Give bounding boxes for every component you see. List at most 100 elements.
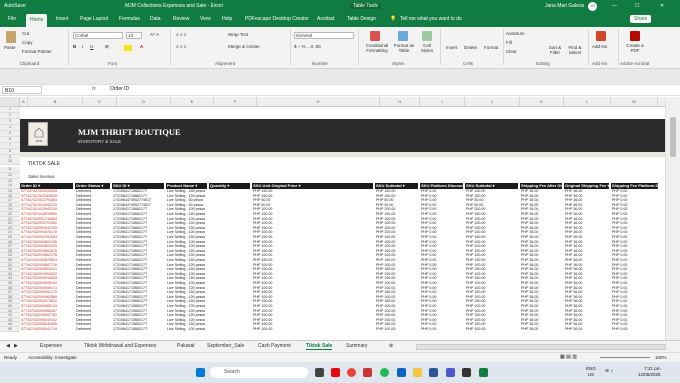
row-header[interactable]: 10 <box>0 159 20 165</box>
font-size-select[interactable]: 13 <box>126 32 142 39</box>
fill-button[interactable]: Fill <box>506 40 512 45</box>
sheet-tab-summary[interactable]: Summary <box>346 343 367 349</box>
add-sheet-icon[interactable]: ⊕ <box>389 343 393 349</box>
fill-color-icon[interactable] <box>124 45 132 51</box>
table-cell[interactable]: PHP 0.00 <box>611 327 658 332</box>
align-left-icon[interactable]: ≡ ≡ ≡ <box>176 44 186 49</box>
currency-icon[interactable]: $ ~ % , .0 .00 <box>294 44 321 49</box>
tab-data[interactable]: Data <box>150 16 161 22</box>
bold-button[interactable]: B <box>73 44 76 49</box>
table-cell[interactable]: PHP 100.00 <box>252 327 373 332</box>
file-explorer-icon[interactable] <box>413 368 422 377</box>
clear-button[interactable]: Clear <box>506 49 517 54</box>
autosave-label[interactable]: AutoSave <box>4 3 26 9</box>
edge-icon[interactable] <box>397 368 406 377</box>
borders-icon[interactable]: ⊞ <box>105 44 109 50</box>
column-header[interactable]: L <box>564 97 611 107</box>
font-color-icon[interactable]: A <box>140 44 143 49</box>
tab-acrobat[interactable]: Acrobat <box>317 16 334 22</box>
table-cell[interactable]: PHP 100.00 <box>465 327 518 332</box>
close-icon[interactable]: ✕ <box>660 3 664 9</box>
chrome-icon[interactable] <box>347 368 356 377</box>
horizontal-scrollbar[interactable] <box>416 344 666 350</box>
cell-styles-icon[interactable] <box>422 31 432 41</box>
store-icon[interactable] <box>462 368 471 377</box>
tab-insert[interactable]: Insert <box>56 16 69 22</box>
table-cell[interactable]: 577447432095041749 <box>20 327 73 332</box>
paste-icon[interactable] <box>6 31 16 43</box>
format-table-button[interactable]: Format as Table <box>393 43 415 53</box>
language-indicator[interactable]: ENG US <box>586 366 596 378</box>
wrap-text-button[interactable]: Wrap Text <box>228 32 248 37</box>
word-icon[interactable] <box>429 368 438 377</box>
table-cell[interactable]: Live Selling - 100 pesos <box>166 327 207 332</box>
cut-button[interactable]: Cut <box>22 31 29 36</box>
create-pdf-icon[interactable] <box>630 31 640 41</box>
column-header[interactable]: N <box>658 97 665 107</box>
column-header[interactable]: D <box>117 97 171 107</box>
user-name[interactable]: Jana Mari Galeos <box>545 3 584 9</box>
create-pdf-button[interactable]: Create a PDF <box>624 43 646 53</box>
taskbar-search[interactable]: Search <box>210 367 308 378</box>
column-header[interactable]: H <box>380 97 420 107</box>
number-format-select[interactable]: General <box>294 32 354 39</box>
prev-sheet-icon[interactable]: ◀ <box>6 343 10 349</box>
grow-font-icon[interactable]: A^ A <box>150 32 159 37</box>
conditional-formatting-button[interactable]: Conditional Formatting <box>362 43 392 53</box>
merge-center-button[interactable]: Merge & Center <box>228 44 260 49</box>
format-painter-button[interactable]: Format Painter <box>22 49 52 54</box>
share-button[interactable]: Share <box>630 15 652 23</box>
align-top-icon[interactable]: ≡ ≡ ≡ <box>176 32 186 37</box>
column-header[interactable]: E <box>171 97 214 107</box>
format-cells-button[interactable]: Format <box>484 45 498 50</box>
scrollbar-thumb[interactable] <box>670 117 676 157</box>
paste-button[interactable]: Paste <box>4 45 16 50</box>
addins-icon[interactable] <box>596 31 606 41</box>
tab-table-design[interactable]: Table Design <box>347 16 376 22</box>
table-cell[interactable]: PHP 100.00 <box>375 327 418 332</box>
find-select-button[interactable]: Find & Select <box>566 45 584 55</box>
column-header[interactable]: G <box>257 97 380 107</box>
spotify-icon[interactable] <box>380 368 389 377</box>
format-table-icon[interactable] <box>398 31 408 41</box>
name-box[interactable]: B10 <box>2 86 42 94</box>
delete-cells-button[interactable]: Delete <box>464 45 477 50</box>
select-all-corner[interactable] <box>0 97 20 107</box>
windows-start-icon[interactable] <box>196 368 205 377</box>
tab-page-layout[interactable]: Page Layout <box>80 16 108 22</box>
italic-button[interactable]: I <box>82 44 83 49</box>
table-column-header[interactable]: Quantity ▾ <box>209 183 250 189</box>
clock[interactable]: 7:21 pm 12/06/2025 <box>638 366 661 378</box>
sheet-tab-september[interactable]: September_Sale <box>207 343 244 349</box>
task-view-icon[interactable] <box>315 368 324 377</box>
formula-input[interactable]: Order ID <box>110 86 129 92</box>
tell-me-search[interactable]: Tell me what you want to do <box>400 16 462 22</box>
fx-icon[interactable]: fx <box>92 86 96 92</box>
app-icon[interactable] <box>363 368 372 377</box>
tab-home[interactable]: Home <box>26 14 48 27</box>
tab-formulas[interactable]: Formulas <box>119 16 140 22</box>
worksheet-grid[interactable]: ABCDEFGHIJKLMNO 123456789101112131415161… <box>0 97 665 340</box>
table-cell[interactable]: Delivered <box>75 327 110 332</box>
tab-file[interactable]: File <box>8 16 16 22</box>
table-cell[interactable]: PHP 36.00 <box>520 327 562 332</box>
tab-pdfescape[interactable]: PDFescape Desktop Creator <box>245 16 309 22</box>
sheet-tab-paluwal[interactable]: Paluwal <box>177 343 195 349</box>
autosum-button[interactable]: AutoSum <box>506 31 525 36</box>
column-header[interactable]: F <box>214 97 257 107</box>
sheet-tab-cash-payment[interactable]: Cash Payment <box>258 343 291 349</box>
zoom-slider[interactable] <box>600 357 650 358</box>
underline-button[interactable]: U <box>90 44 93 49</box>
table-cell[interactable]: 1731964171566217T <box>112 327 164 332</box>
column-header[interactable]: I <box>420 97 465 107</box>
sheet-tab-tiktok-sale[interactable]: Tiktok Sale <box>306 343 333 350</box>
conditional-formatting-icon[interactable] <box>370 31 380 41</box>
column-header[interactable]: M <box>611 97 658 107</box>
sheet-tab-tiktok-withdrawal[interactable]: Tiktok Withdrawal and Expenses <box>84 343 156 349</box>
teams-icon[interactable] <box>446 368 455 377</box>
font-name-select[interactable]: Corbel <box>73 32 123 39</box>
normal-view-icon[interactable]: ▦ ▤ ▥ <box>560 354 577 360</box>
zoom-level[interactable]: 100% <box>655 355 667 360</box>
avatar[interactable]: JG <box>588 2 597 11</box>
tab-view[interactable]: View <box>200 16 211 22</box>
